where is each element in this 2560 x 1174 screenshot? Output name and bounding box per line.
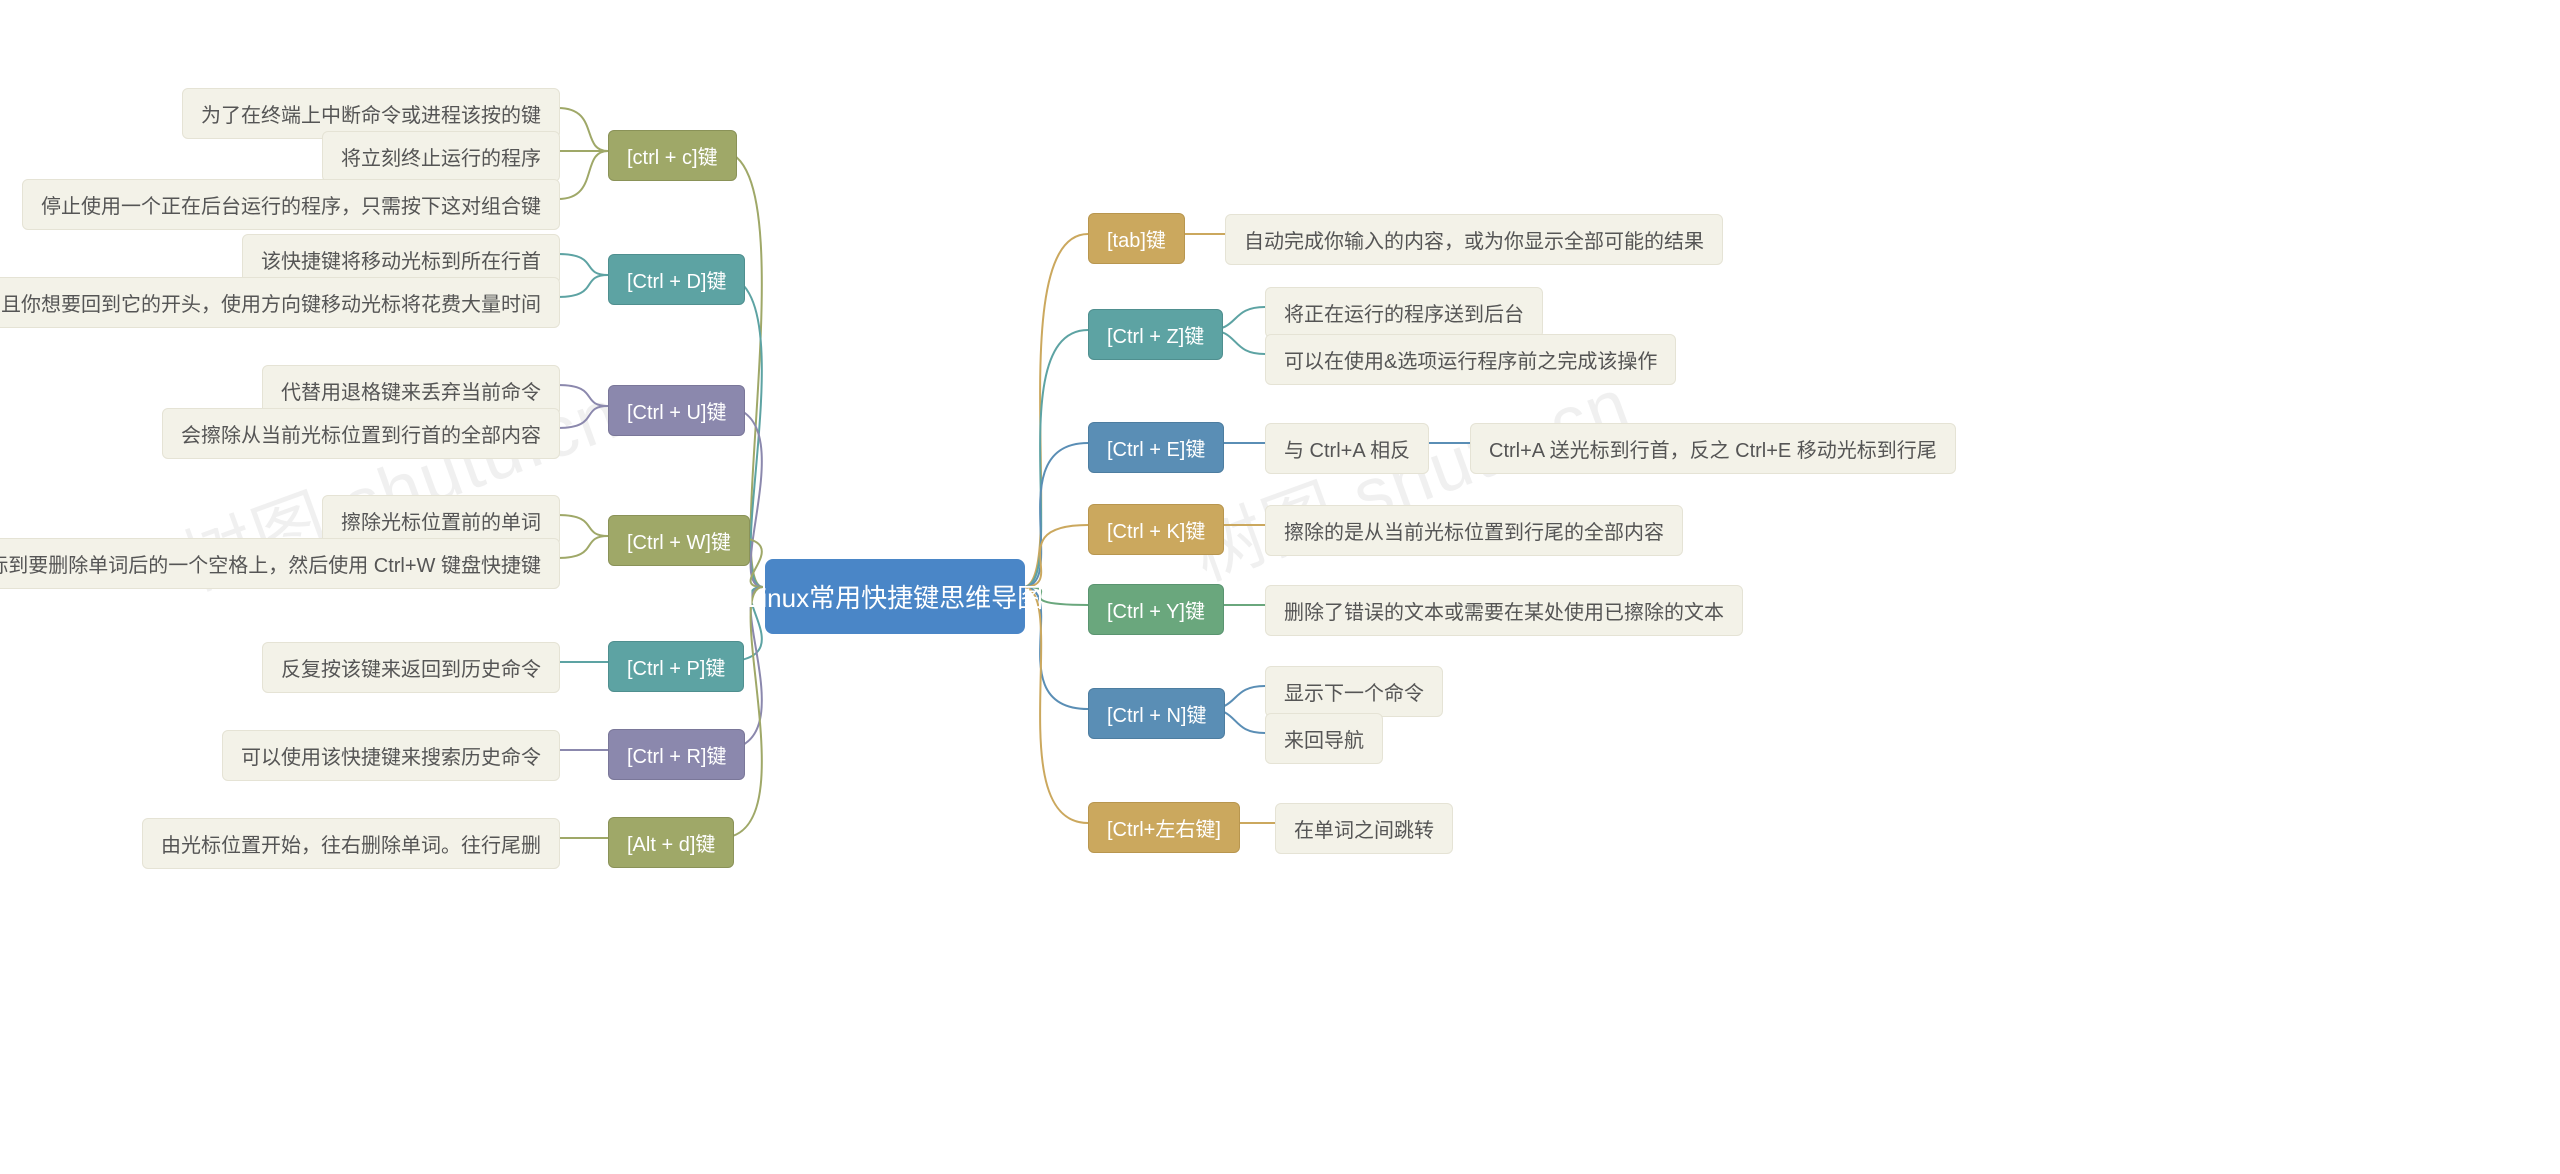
leaf[interactable]: 将正在运行的程序送到后台 [1265, 287, 1543, 338]
node-ctrl-y[interactable]: [Ctrl + Y]键 [1088, 584, 1224, 635]
leaf[interactable]: 自动完成你输入的内容，或为你显示全部可能的结果 [1225, 214, 1723, 265]
node-ctrl-c[interactable]: [ctrl + c]键 [608, 130, 737, 181]
node-tab[interactable]: [tab]键 [1088, 213, 1185, 264]
leaf[interactable]: 反复按该键来返回到历史命令 [262, 642, 560, 693]
leaf[interactable]: 由光标位置开始，往右删除单词。往行尾删 [142, 818, 560, 869]
leaf[interactable]: 来回导航 [1265, 713, 1383, 764]
leaf[interactable]: 与 Ctrl+A 相反 [1265, 423, 1429, 474]
leaf[interactable]: Ctrl+A 送光标到行首，反之 Ctrl+E 移动光标到行尾 [1470, 423, 1956, 474]
leaf[interactable]: 将立刻终止运行的程序 [322, 131, 560, 182]
leaf[interactable]: 停止使用一个正在后台运行的程序，只需按下这对组合键 [22, 179, 560, 230]
node-ctrl-lr[interactable]: [Ctrl+左右键] [1088, 802, 1240, 853]
node-ctrl-w[interactable]: [Ctrl + W]键 [608, 515, 750, 566]
node-ctrl-e[interactable]: [Ctrl + E]键 [1088, 422, 1224, 473]
node-ctrl-d[interactable]: [Ctrl + D]键 [608, 254, 745, 305]
leaf[interactable]: 在单词之间跳转 [1275, 803, 1453, 854]
node-ctrl-z[interactable]: [Ctrl + Z]键 [1088, 309, 1223, 360]
leaf[interactable]: 用它移动光标到要删除单词后的一个空格上，然后使用 Ctrl+W 键盘快捷键 [0, 538, 560, 589]
leaf[interactable]: 删除了错误的文本或需要在某处使用已擦除的文本 [1265, 585, 1743, 636]
node-ctrl-u[interactable]: [Ctrl + U]键 [608, 385, 745, 436]
node-ctrl-p[interactable]: [Ctrl + P]键 [608, 641, 744, 692]
leaf[interactable]: 可以使用该快捷键来搜索历史命令 [222, 730, 560, 781]
node-ctrl-k[interactable]: [Ctrl + K]键 [1088, 504, 1224, 555]
leaf[interactable]: 可以在使用&选项运行程序前之完成该操作 [1265, 334, 1676, 385]
leaf[interactable]: 擦除的是从当前光标位置到行尾的全部内容 [1265, 505, 1683, 556]
node-ctrl-r[interactable]: [Ctrl + R]键 [608, 729, 745, 780]
node-alt-d[interactable]: [Alt + d]键 [608, 817, 734, 868]
leaf[interactable]: 在终端输入了一个很长的命令或路径，并且你想要回到它的开头，使用方向键移动光标将花… [0, 277, 560, 328]
center-node[interactable]: Linux常用快捷键思维导图 [765, 559, 1025, 634]
node-ctrl-n[interactable]: [Ctrl + N]键 [1088, 688, 1225, 739]
leaf[interactable]: 会擦除从当前光标位置到行首的全部内容 [162, 408, 560, 459]
leaf[interactable]: 显示下一个命令 [1265, 666, 1443, 717]
